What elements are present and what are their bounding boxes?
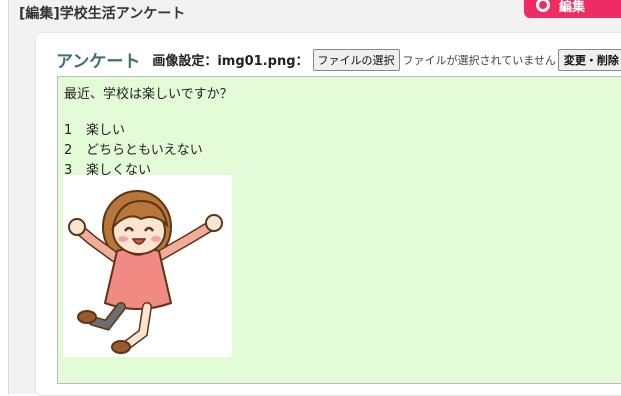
image-setting-label: 画像設定：img01.png： [152,54,309,69]
option-list: 1 楽しい 2 どちらともいえない 3 楽しくない [64,121,203,181]
option-label: どちらともいえない [86,143,203,158]
page-title: [編集]学校生活アンケート [19,6,186,22]
question-preview: 最近、学校は楽しいですか？ 1 楽しい 2 どちらともいえない 3 楽しくない [57,76,621,384]
no-file-text: ファイルが選択されていません [402,53,556,67]
option-number: 1 [64,123,73,138]
question-text: 最近、学校は楽しいですか？ [64,87,233,102]
happy-girl-illustration [63,175,232,357]
jumping-girl-image [68,190,223,354]
option-item: 2 どちらともいえない [64,141,203,161]
option-item: 1 楽しい [64,121,203,141]
option-label: 楽しい [86,123,126,138]
page-frame: [編集]学校生活アンケート 編集 アンケート 画像設定：img01.png： フ… [8,0,621,396]
option-number: 2 [64,143,73,158]
card-header: アンケート 画像設定：img01.png： ファイルの選択 ファイルが選択されて… [56,47,621,72]
circle-icon [536,0,550,12]
choose-file-button[interactable]: ファイルの選択 [312,48,400,71]
change-delete-button[interactable]: 変更・削除 [557,48,621,71]
survey-card: アンケート 画像設定：img01.png： ファイルの選択 ファイルが選択されて… [35,32,621,396]
edit-button-label: 編集 [559,0,586,15]
edit-button[interactable]: 編集 [524,0,621,18]
section-title: アンケート [56,52,141,72]
